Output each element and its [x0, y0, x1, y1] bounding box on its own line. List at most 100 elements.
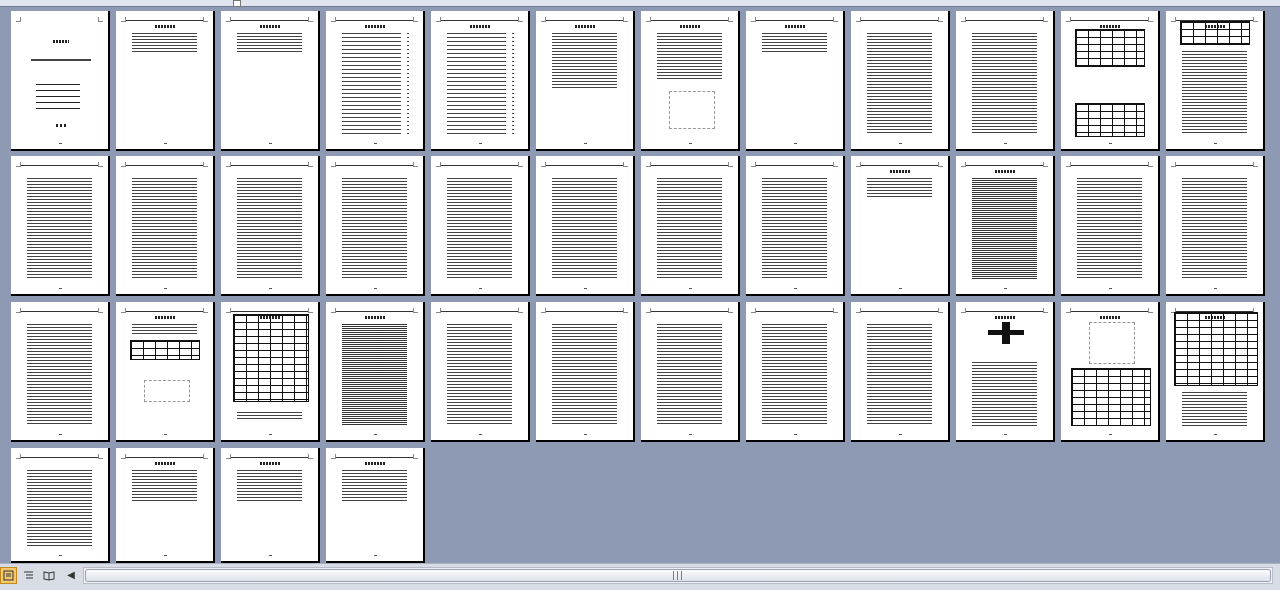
page-thumbnail[interactable] [431, 11, 530, 151]
page-thumbnail[interactable] [641, 302, 740, 442]
page-thumbnail[interactable] [326, 156, 425, 296]
page-lines [342, 178, 407, 280]
page-hdr [21, 457, 98, 458]
page-thumbnail[interactable] [11, 448, 110, 563]
page-thumbnail[interactable] [116, 448, 215, 563]
page-thumbnail[interactable] [431, 302, 530, 442]
page-footnum [374, 434, 377, 435]
page-lines [867, 178, 932, 199]
page-lines [27, 324, 92, 426]
page-thumbnail[interactable] [956, 156, 1055, 296]
page-corner [203, 454, 208, 459]
page-thumbnail[interactable] [326, 11, 425, 151]
page-thumbnail[interactable] [536, 302, 635, 442]
page-ttl [1099, 316, 1120, 319]
page-thumbnail[interactable] [746, 156, 845, 296]
normal-view-icon[interactable] [0, 567, 17, 584]
page-footnum [584, 143, 587, 144]
page-lines [447, 324, 512, 426]
page-ttl [469, 25, 490, 28]
page-footnum [1004, 143, 1007, 144]
page-thumbnail[interactable] [641, 156, 740, 296]
page-ttl [364, 462, 385, 465]
page-footnum [899, 434, 902, 435]
page-lines [657, 178, 722, 280]
page-thumbnail[interactable] [851, 302, 950, 442]
page-tbl [233, 314, 309, 402]
page-thumbnail[interactable] [11, 11, 110, 151]
page-corner [308, 308, 313, 313]
page-thumbnail[interactable] [221, 302, 320, 442]
page-hdr [1071, 20, 1148, 21]
page-fig [669, 91, 715, 129]
page-hdr [231, 311, 308, 312]
page-corner [518, 162, 523, 167]
page-hdr [336, 457, 413, 458]
page-ttl [1099, 25, 1120, 28]
page-thumbnail[interactable] [641, 11, 740, 151]
page-hdr [1071, 165, 1148, 166]
page-corner [833, 17, 838, 22]
page-thumbnail[interactable] [746, 11, 845, 151]
page-corner [98, 454, 103, 459]
outline-view-icon[interactable] [20, 567, 37, 584]
page-thumbnail[interactable] [1166, 156, 1265, 296]
page-ttl [154, 462, 175, 465]
page-lines [237, 178, 302, 280]
page-hdr [21, 165, 98, 166]
page-hdr [651, 20, 728, 21]
page-thumbnail[interactable] [221, 11, 320, 151]
page-thumbnail[interactable] [956, 302, 1055, 442]
page-thumbnail[interactable] [116, 11, 215, 151]
page-thumbnail[interactable] [116, 302, 215, 442]
page-thumbnail[interactable] [11, 302, 110, 442]
page-thumbnail[interactable] [536, 11, 635, 151]
page-footnum [1109, 434, 1112, 435]
page-corner [938, 308, 943, 313]
page-cover-title [53, 40, 69, 43]
horizontal-scrollbar[interactable]: ||| [83, 567, 1273, 584]
page-lines [1182, 51, 1247, 135]
page-thumbnail[interactable] [851, 11, 950, 151]
page-hdr [336, 311, 413, 312]
page-footnum [164, 555, 167, 556]
page-hdr [336, 165, 413, 166]
page-thumbnail[interactable] [1061, 156, 1160, 296]
page-footnum [689, 434, 692, 435]
page-thumbnail[interactable] [851, 156, 950, 296]
page-hdr [126, 311, 203, 312]
page-hdr [756, 165, 833, 166]
page-thumbnail[interactable] [1166, 302, 1265, 442]
page-thumbnail[interactable] [221, 448, 320, 563]
page-thumbnail[interactable] [1061, 11, 1160, 151]
reading-view-icon[interactable] [40, 567, 57, 584]
page-thumbnail[interactable] [956, 11, 1055, 151]
page-thumbnail[interactable] [326, 302, 425, 442]
page-corner [1253, 17, 1258, 22]
page-thumbnail[interactable] [746, 302, 845, 442]
page-thumbnail[interactable] [431, 156, 530, 296]
page-hdr [441, 165, 518, 166]
page-tbl [1075, 29, 1145, 67]
page-ttl [889, 170, 910, 173]
page-footnum [1004, 434, 1007, 435]
page-thumbnail[interactable] [116, 156, 215, 296]
page-thumbnail[interactable] [11, 156, 110, 296]
page-lines [762, 324, 827, 426]
page-thumbnail[interactable] [536, 156, 635, 296]
page-corner [308, 17, 313, 22]
page-tbl [1174, 312, 1258, 386]
scroll-left-icon[interactable]: ◀ [64, 567, 78, 584]
scrollbar-thumb[interactable]: ||| [85, 569, 1271, 582]
page-ttl [154, 25, 175, 28]
page-hdr [126, 20, 203, 21]
page-footnum [164, 143, 167, 144]
page-cover-sub [31, 59, 91, 61]
page-thumbnail[interactable] [1061, 302, 1160, 442]
page-thumbnail[interactable] [221, 156, 320, 296]
page-corner [728, 162, 733, 167]
page-thumbnail[interactable] [1166, 11, 1265, 151]
page-hdr [21, 311, 98, 312]
page-thumbnail[interactable] [326, 448, 425, 563]
page-footnum [1004, 288, 1007, 289]
